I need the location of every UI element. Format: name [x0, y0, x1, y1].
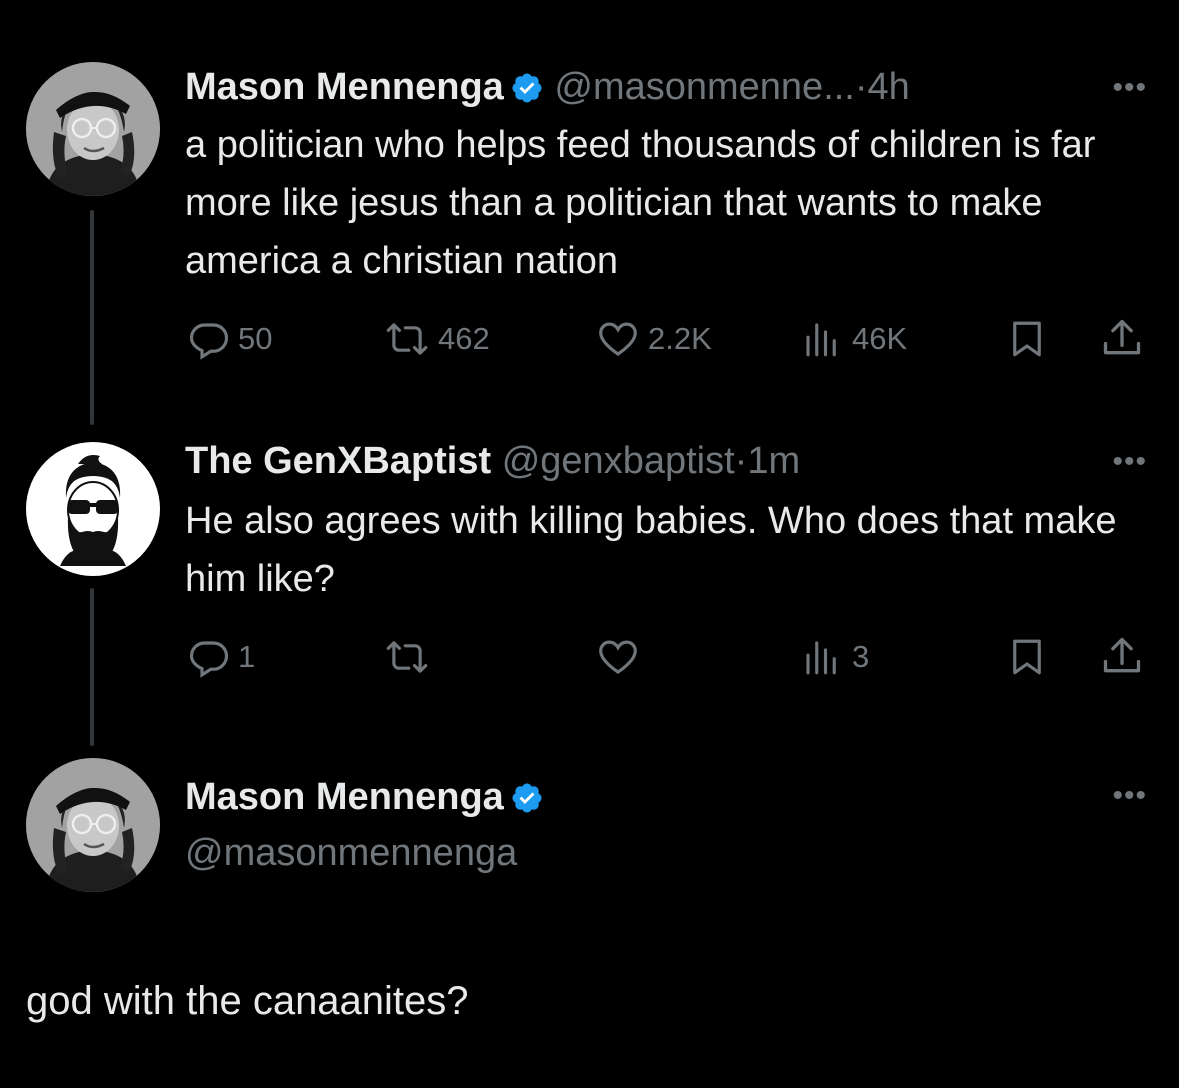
reply-button[interactable]: 1	[188, 636, 255, 678]
author-name[interactable]: Mason Mennenga	[185, 66, 504, 108]
separator-dot: ·	[734, 440, 748, 482]
bookmark-button[interactable]	[1006, 318, 1048, 360]
reply-icon	[189, 641, 229, 678]
thread-line	[90, 588, 94, 746]
repost-button[interactable]: 462	[384, 318, 490, 360]
bookmark-icon	[1013, 639, 1041, 675]
repost-button[interactable]	[384, 636, 438, 678]
tweet-body: He also agrees with killing babies. Who …	[185, 500, 1117, 600]
more-icon[interactable]: •••	[1112, 781, 1147, 811]
share-button[interactable]	[1100, 634, 1144, 678]
view-count: 46K	[852, 321, 908, 356]
bookmark-icon	[1013, 321, 1041, 357]
author-handle[interactable]: @genxbaptist	[502, 440, 735, 482]
more-icon[interactable]: •••	[1112, 73, 1147, 103]
bookmark-button[interactable]	[1006, 636, 1048, 678]
focused-tweet-body: god with the canaanites?	[26, 979, 469, 1023]
more-icon[interactable]: •••	[1112, 447, 1147, 477]
author-handle[interactable]: @masonmenne...	[554, 66, 855, 108]
verified-badge-icon[interactable]	[510, 70, 544, 116]
reply-count: 50	[238, 321, 273, 356]
share-button[interactable]	[1100, 316, 1144, 360]
author-name[interactable]: The GenXBaptist	[185, 440, 491, 482]
like-icon	[599, 322, 637, 356]
reply-icon	[189, 323, 229, 360]
reply-count: 1	[238, 639, 256, 674]
thread-line	[90, 210, 94, 425]
avatar[interactable]	[26, 442, 160, 576]
views-button[interactable]: 46K	[800, 318, 907, 360]
tweet-body: a politician who helps feed thousands of…	[185, 124, 1096, 282]
views-button[interactable]: 3	[800, 636, 869, 678]
repost-count: 462	[438, 321, 490, 356]
author-handle[interactable]: @masonmennenga	[185, 832, 517, 874]
share-icon	[1103, 319, 1141, 355]
views-icon	[806, 323, 836, 357]
tweet-header: Mason Mennenga @masonmenne...·4h	[185, 64, 910, 116]
author-handle-line: @masonmennenga	[185, 830, 517, 876]
timestamp[interactable]: 1m	[747, 440, 800, 482]
repost-icon	[386, 323, 428, 355]
like-icon	[599, 640, 637, 674]
like-button[interactable]: 2.2K	[596, 318, 712, 360]
share-icon	[1103, 637, 1141, 673]
avatar[interactable]	[26, 758, 160, 892]
tweet-header: The GenXBaptist @genxbaptist·1m	[185, 438, 800, 484]
thread-view: Mason Mennenga @masonmenne...·4h ••• a p…	[0, 0, 1179, 1088]
verified-badge-icon[interactable]	[510, 780, 544, 826]
like-count: 2.2K	[648, 321, 712, 356]
author-name[interactable]: Mason Mennenga	[185, 776, 504, 818]
avatar[interactable]	[26, 62, 160, 196]
reply-button[interactable]: 50	[188, 318, 272, 360]
separator-dot: ·	[854, 66, 868, 108]
like-button[interactable]	[596, 636, 648, 678]
tweet-header: Mason Mennenga	[185, 774, 544, 826]
view-count: 3	[852, 639, 870, 674]
repost-icon	[386, 641, 428, 673]
timestamp[interactable]: 4h	[868, 66, 910, 108]
views-icon	[806, 641, 836, 675]
